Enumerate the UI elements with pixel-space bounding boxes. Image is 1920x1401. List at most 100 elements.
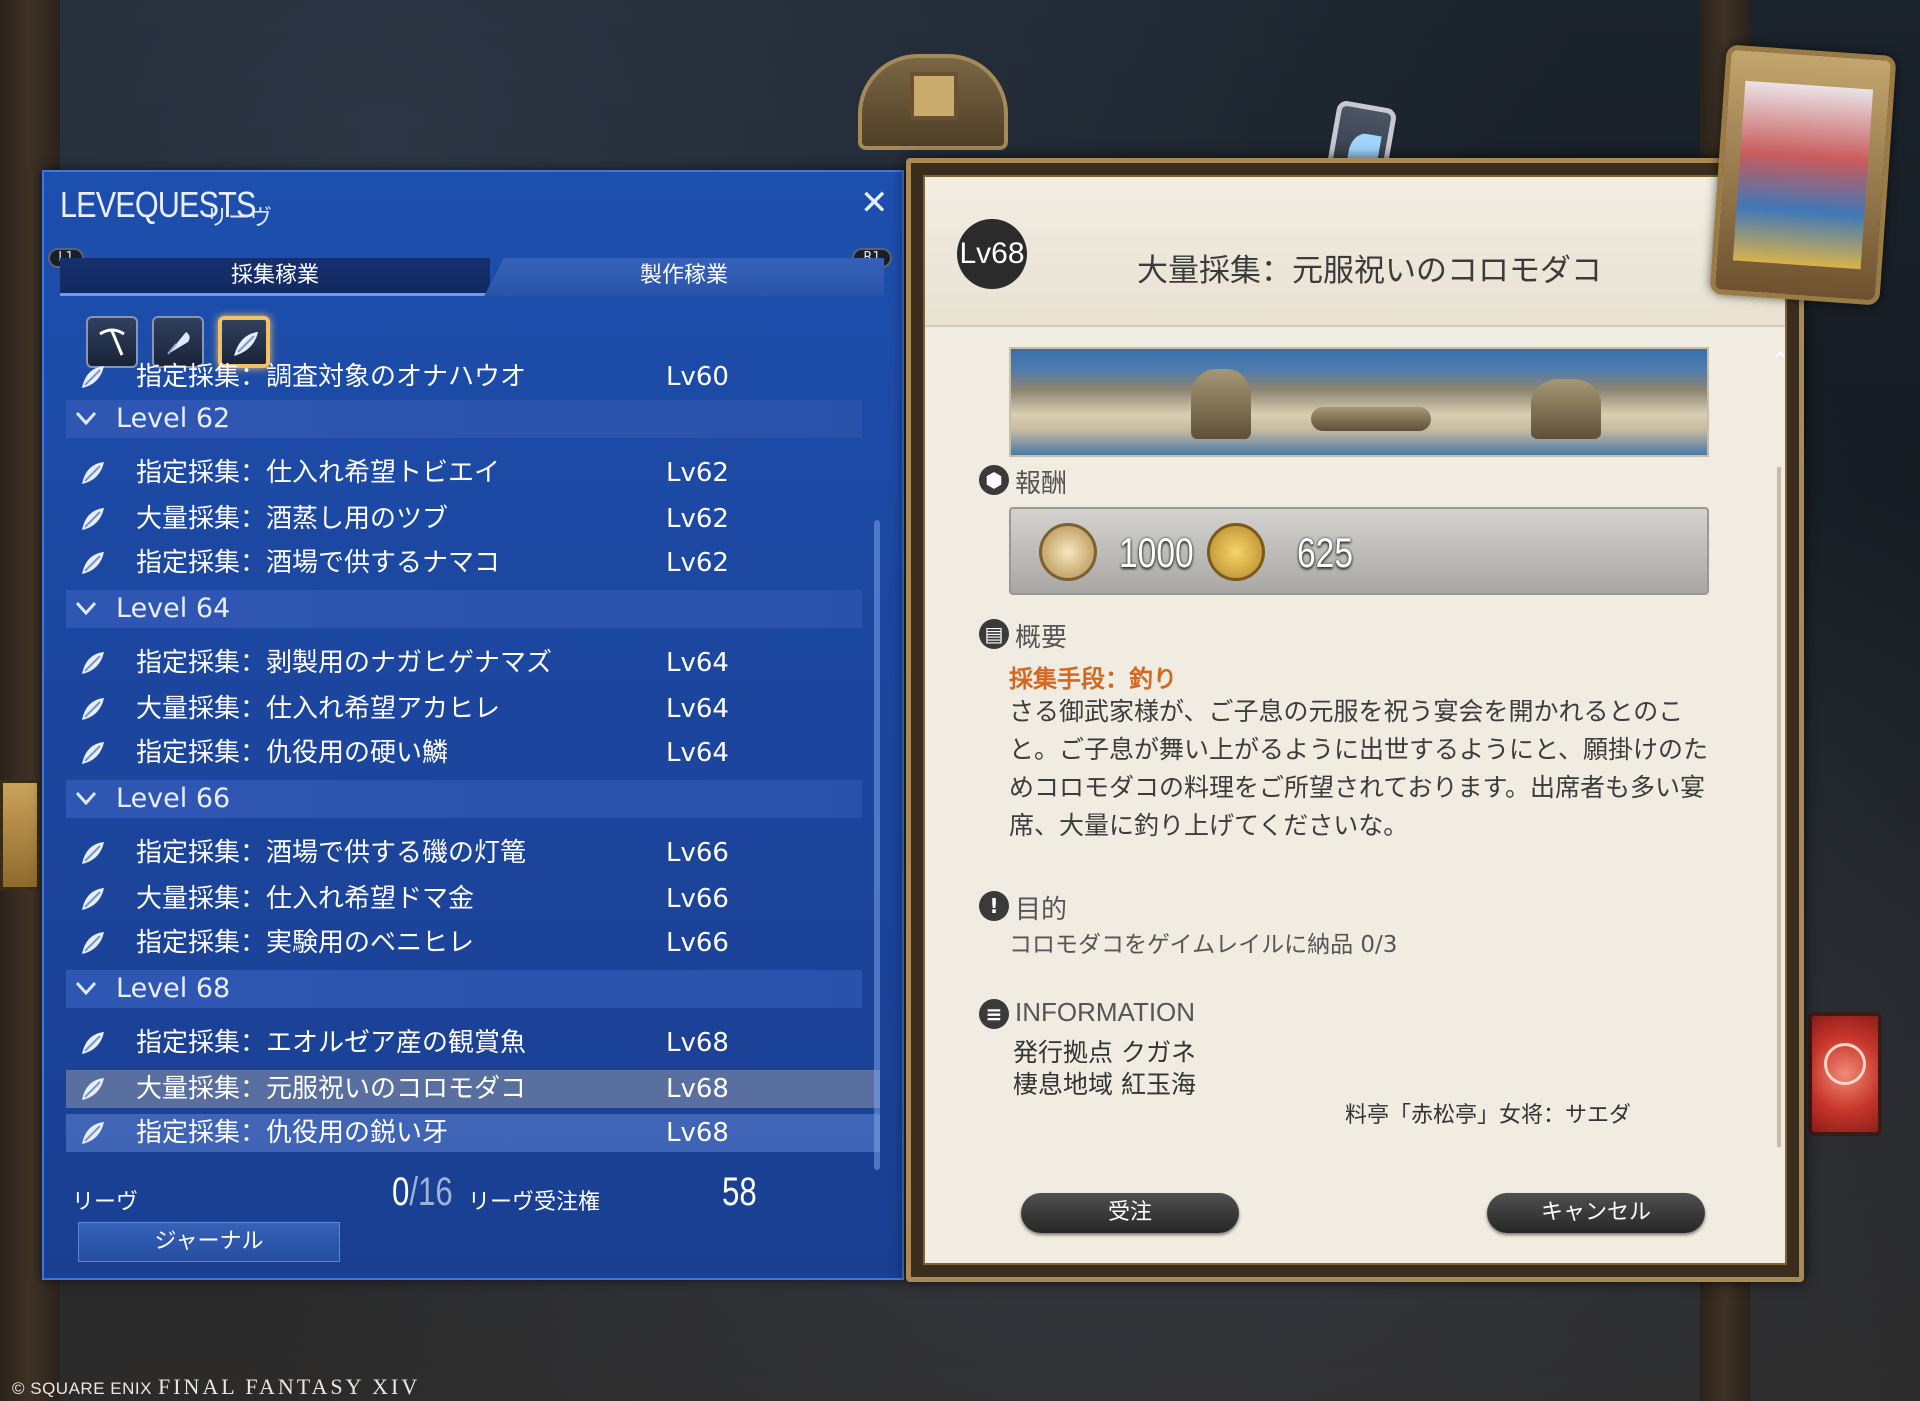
leve-quest-level: Lv68 (666, 1074, 729, 1104)
level-badge: Lv68 (957, 219, 1027, 289)
fisher-leve-icon (82, 652, 104, 674)
leve-quest-name: 指定採集：仇役用の鋭い牙 (136, 1118, 449, 1148)
level-group-header[interactable]: Level 62 (66, 400, 862, 438)
leve-quest-level: Lv64 (666, 648, 729, 678)
leve-quest-row[interactable]: 指定採集：剥製用のナガヒゲナマズ Lv64 (66, 644, 880, 682)
fisher-leve-icon (82, 698, 104, 720)
copyright: © SQUARE ENIX FINAL FANTASY XIV (12, 1374, 420, 1400)
gathering-method: 採集手段：釣り (1009, 665, 1177, 693)
leve-quest-level: Lv68 (666, 1118, 729, 1148)
leve-count: 0/16 (392, 1170, 453, 1214)
objective-alert-icon: ! (979, 891, 1009, 921)
journal-button[interactable]: ジャーナル (78, 1222, 340, 1262)
leve-quest-row[interactable]: 指定採集：エオルゼア産の観賞魚 Lv68 (66, 1024, 880, 1062)
quest-description: さる御武家様が、ご子息の元服を祝う宴会を開かれるとのこと。ご子息が舞い上がるよう… (1009, 697, 1709, 840)
quest-giver: 料亭「赤松亭」女将：サエダ (1345, 1103, 1632, 1128)
fisher-leve-icon (82, 742, 104, 764)
leve-quest-level: Lv62 (666, 548, 729, 578)
level-group-header[interactable]: Level 66 (66, 780, 862, 818)
levequests-window: LEVEQUESTS リーヴ ✕ L1 R1 採集稼業 製作稼業 指定採集：調査… (42, 170, 904, 1280)
leve-quest-name: 指定採集：仇役用の硬い鱗 (136, 738, 449, 768)
overview-book-icon: ▤ (979, 619, 1009, 649)
leve-card-image (1709, 44, 1897, 306)
chevron-down-icon (75, 791, 97, 806)
leve-quest-row[interactable]: 指定採集：仕入れ希望トビエイ Lv62 (66, 454, 880, 492)
information-icon: ≡ (979, 999, 1009, 1029)
leve-quest-name: 大量採集：仕入れ希望アカヒレ (136, 694, 501, 724)
leve-quest-level: Lv64 (666, 738, 729, 768)
detail-scrollbar[interactable] (1777, 467, 1781, 1147)
tab-gathering[interactable]: 採集稼業 (60, 258, 490, 296)
leve-detail-window: Lv68 大量採集：元服祝いのコロモダコ ⌃ ⬢ 報酬 1000 625 ▤ 概… (906, 158, 1804, 1282)
reward-label: 報酬 (1015, 469, 1068, 499)
leve-quest-row[interactable]: 大量採集：酒蒸し用のツブ Lv62 (66, 500, 880, 538)
objective-label: 目的 (1015, 895, 1068, 925)
detail-header: Lv68 大量採集：元服祝いのコロモダコ (925, 177, 1785, 327)
fisher-leve-icon (82, 888, 104, 910)
fisher-leve-icon (82, 932, 104, 954)
reward-gil: 625 (1297, 529, 1354, 576)
leve-list: 指定採集：調査対象のオナハウオ Lv60 Level 62 指定採集：仕入れ希望トビエ… (66, 362, 880, 1152)
fisher-leve-icon (82, 462, 104, 484)
leve-quest-level: Lv62 (666, 504, 729, 534)
leve-quest-level: Lv62 (666, 458, 729, 488)
fisher-leve-icon (82, 552, 104, 574)
leve-count-max: 16 (418, 1170, 453, 1214)
publisher-text: © SQUARE ENIX (12, 1379, 152, 1398)
leve-quest-row[interactable]: 指定採集：実験用のベニヒレ Lv66 (66, 924, 880, 962)
leve-quest-name: 大量採集：仕入れ希望ドマ金 (136, 884, 475, 914)
level-group-header[interactable]: Level 68 (66, 970, 862, 1008)
fisher-leve-icon (82, 366, 104, 388)
window-subtitle: リーヴ (206, 206, 273, 231)
gil-icon (1207, 523, 1265, 581)
leve-quest-level: Lv66 (666, 928, 729, 958)
leve-quest-name: 指定採集：酒場で供する磯の灯篭 (136, 838, 527, 868)
leve-quest-row[interactable]: 指定採集：酒場で供するナマコ Lv62 (66, 544, 880, 582)
reward-box: 1000 625 (1009, 507, 1709, 595)
leve-quest-level: Lv68 (666, 1028, 729, 1058)
leve-count-value: 0 (392, 1170, 410, 1214)
list-scrollbar[interactable] (874, 520, 880, 1170)
overview-label: 概要 (1015, 623, 1068, 653)
leve-quest-row[interactable]: 指定採集：酒場で供する磯の灯篭 Lv66 (66, 834, 880, 872)
allowance-count: 58 (722, 1170, 757, 1214)
leve-quest-row[interactable]: 指定採集：調査対象のオナハウオ Lv60 (66, 358, 880, 396)
fisher-leve-icon (82, 1032, 104, 1054)
leve-quest-name: 指定採集：酒場で供するナマコ (136, 548, 501, 578)
leve-quest-name: 大量採集：元服祝いのコロモダコ (136, 1074, 527, 1104)
cancel-button[interactable]: キャンセル (1487, 1193, 1705, 1233)
roof-ornament (858, 54, 1008, 150)
leve-quest-name: 指定採集：エオルゼア産の観賞魚 (136, 1028, 527, 1058)
issuing-location: 発行拠点 クガネ (1013, 1038, 1196, 1067)
leve-quest-row[interactable]: 大量採集：仕入れ希望ドマ金 Lv66 (66, 880, 880, 918)
leve-quest-level: Lv66 (666, 884, 729, 914)
detail-title: 大量採集：元服祝いのコロモダコ (1137, 253, 1602, 289)
level-group-label: Level 66 (116, 783, 231, 814)
chevron-down-icon (75, 601, 97, 616)
leve-quest-row[interactable]: 大量採集：仕入れ希望アカヒレ Lv64 (66, 690, 880, 728)
close-icon[interactable]: ✕ (860, 186, 889, 220)
leve-quest-name: 指定採集：実験用のベニヒレ (136, 928, 475, 958)
chevron-down-icon (75, 981, 97, 996)
lantern (0, 780, 40, 890)
leve-quest-row[interactable]: 大量採集：元服祝いのコロモダコ Lv68 (66, 1070, 880, 1108)
fisher-leve-icon (82, 1078, 104, 1100)
chevron-down-icon (75, 411, 97, 426)
allowance-label: リーヴ受注権 (468, 1190, 601, 1215)
reward-icon: ⬢ (979, 465, 1009, 495)
fisher-leve-icon (82, 508, 104, 530)
fisher-leve-icon (82, 842, 104, 864)
level-group-label: Level 64 (116, 593, 231, 624)
location-banner-image (1009, 347, 1709, 457)
leve-quest-row[interactable]: 指定採集：仇役用の鋭い牙 Lv68 (66, 1114, 880, 1152)
leve-label: リーヴ (72, 1190, 139, 1215)
leve-quest-row[interactable]: 指定採集：仇役用の硬い鱗 Lv64 (66, 734, 880, 772)
level-group-label: Level 68 (116, 973, 231, 1004)
leve-quest-level: Lv64 (666, 694, 729, 724)
accept-button[interactable]: 受注 (1021, 1193, 1239, 1233)
objective-text: コロモダコをゲイムレイルに納品 0/3 (1009, 932, 1398, 958)
level-group-header[interactable]: Level 64 (66, 590, 862, 628)
scroll-up-icon[interactable]: ⌃ (1771, 349, 1789, 374)
seal-icon (1039, 523, 1097, 581)
tab-crafting[interactable]: 製作稼業 (484, 258, 884, 296)
